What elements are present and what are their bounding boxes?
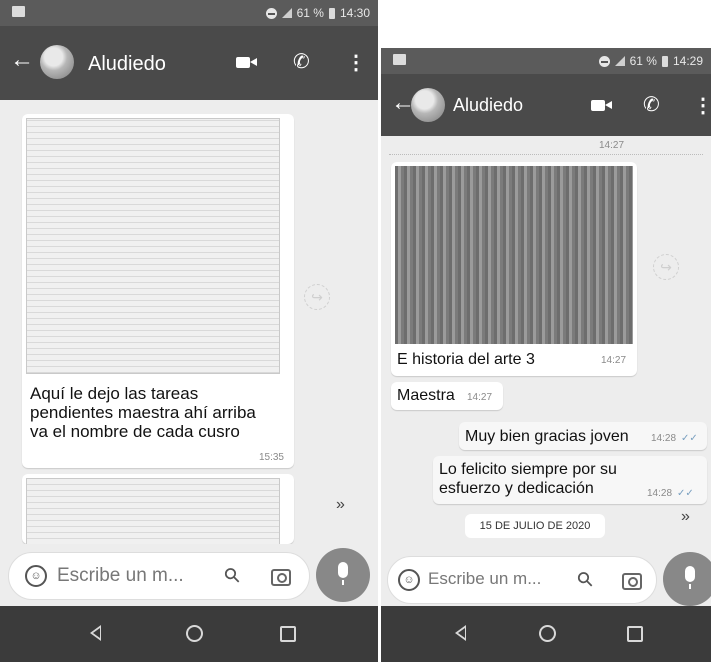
camera-icon[interactable] [622,573,642,590]
outgoing-message-bubble-2[interactable]: Lo felicito siempre por su esfuerzo y de… [433,456,707,504]
camera-icon[interactable] [271,569,291,586]
battery-icon [328,7,335,19]
chat-header: ← Aludiedo ✆ ⋮ [381,74,711,136]
more-options-icon[interactable]: ⋮ [693,96,711,116]
system-nav-bar [0,606,378,662]
contact-name[interactable]: Aludiedo [453,95,523,116]
nav-back-icon[interactable] [90,625,101,641]
message-input[interactable]: ☺ Escribe un m... ⚲ [387,556,657,604]
attach-icon[interactable]: ⚲ [571,565,599,593]
nav-recents-icon[interactable] [627,626,643,642]
message-caption: Aquí le dejo las tareas pendientes maest… [30,384,256,441]
composer-bar: ☺ Escribe un m... ⚲ [381,548,711,612]
message-input[interactable]: ☺ Escribe un m... ⚲ [8,552,310,600]
previous-message-time: 14:27 [599,140,625,151]
status-bar: 61 % 14:29 [381,48,711,74]
image-caption: E historia del arte 3 [397,351,535,368]
image-message-bubble-2[interactable] [22,474,294,546]
contact-avatar[interactable] [40,45,74,79]
status-time: 14:30 [339,6,370,20]
gallery-icon [393,54,406,65]
read-ticks-icon: ✓✓ [677,488,694,499]
scroll-down-icon[interactable]: » [336,496,345,514]
battery-percent: 61 % [296,6,324,20]
dnd-icon [598,55,610,67]
image-message-time: 14:27 [601,355,627,366]
mic-icon [338,562,348,585]
back-arrow-icon[interactable]: ← [10,48,34,72]
nav-recents-icon[interactable] [280,626,296,642]
dnd-icon [265,7,277,19]
mic-icon [685,566,695,589]
homework-photo-2[interactable] [26,478,280,546]
message-text: Maestra [397,387,455,404]
message-text: Muy bien gracias joven [465,428,629,445]
phone-screenshot-right: 61 % 14:29 ← Aludiedo ✆ ⋮ 14:27 E histor… [381,48,711,662]
forward-icon[interactable]: ↪ [304,284,330,310]
contact-avatar[interactable] [411,88,445,122]
date-divider: 15 DE JULIO DE 2020 [465,514,605,538]
message-text: Lo felicito siempre por su esfuerzo y de… [439,461,617,497]
nav-home-icon[interactable] [539,625,556,642]
message-time: 15:35 [258,452,284,463]
chat-area[interactable]: 14:27 E historia del arte 3 14:27 ↪ Maes… [381,136,711,576]
more-options-icon[interactable]: ⋮ [346,53,366,73]
status-bar: 61 % 14:30 [0,0,378,26]
image-message-bubble[interactable]: Aquí le dejo las tareas pendientes maest… [22,114,294,468]
message-edge [389,154,703,156]
scroll-down-icon[interactable]: » [681,508,690,526]
status-time: 14:29 [672,54,703,68]
image-message-bubble[interactable]: E historia del arte 3 14:27 [391,162,637,376]
signal-icon [281,8,292,18]
message-time: 14:27 [467,392,493,403]
nav-back-icon[interactable] [455,625,466,641]
homework-photo[interactable] [26,118,280,374]
contact-name[interactable]: Aludiedo [88,53,166,76]
forward-icon[interactable]: ↪ [653,254,679,280]
video-call-icon[interactable] [236,57,257,68]
mic-button[interactable] [316,548,370,602]
outgoing-message-bubble[interactable]: Muy bien gracias joven 14:28 ✓✓ [459,422,707,450]
message-time: 14:28 [651,433,677,444]
mic-button[interactable] [663,552,711,606]
chat-header: ← Aludiedo ✆ ⋮ [0,26,378,100]
chat-area[interactable]: Aquí le dejo las tareas pendientes maest… [0,100,378,546]
nav-home-icon[interactable] [186,625,203,642]
text-message-bubble[interactable]: Maestra 14:27 [391,382,503,410]
composer-bar: ☺ Escribe un m... ⚲ [0,544,378,606]
message-time: 14:28 [647,488,673,499]
battery-icon [661,55,668,67]
voice-call-icon[interactable]: ✆ [293,52,310,72]
message-input-placeholder[interactable]: Escribe un m... [428,569,541,589]
gallery-icon [12,6,25,17]
voice-call-icon[interactable]: ✆ [643,95,660,115]
emoji-icon[interactable]: ☺ [25,565,47,587]
artwork-photo[interactable] [395,166,633,344]
signal-icon [614,56,625,66]
battery-percent: 61 % [629,54,657,68]
video-call-icon[interactable] [591,100,612,111]
emoji-icon[interactable]: ☺ [398,569,420,591]
read-ticks-icon: ✓✓ [681,433,698,444]
phone-screenshot-left: 61 % 14:30 ← Aludiedo ✆ ⋮ Aquí le dejo l… [0,0,378,662]
system-nav-bar [381,606,711,662]
message-input-placeholder[interactable]: Escribe un m... [57,565,184,587]
attach-icon[interactable]: ⚲ [218,561,246,589]
